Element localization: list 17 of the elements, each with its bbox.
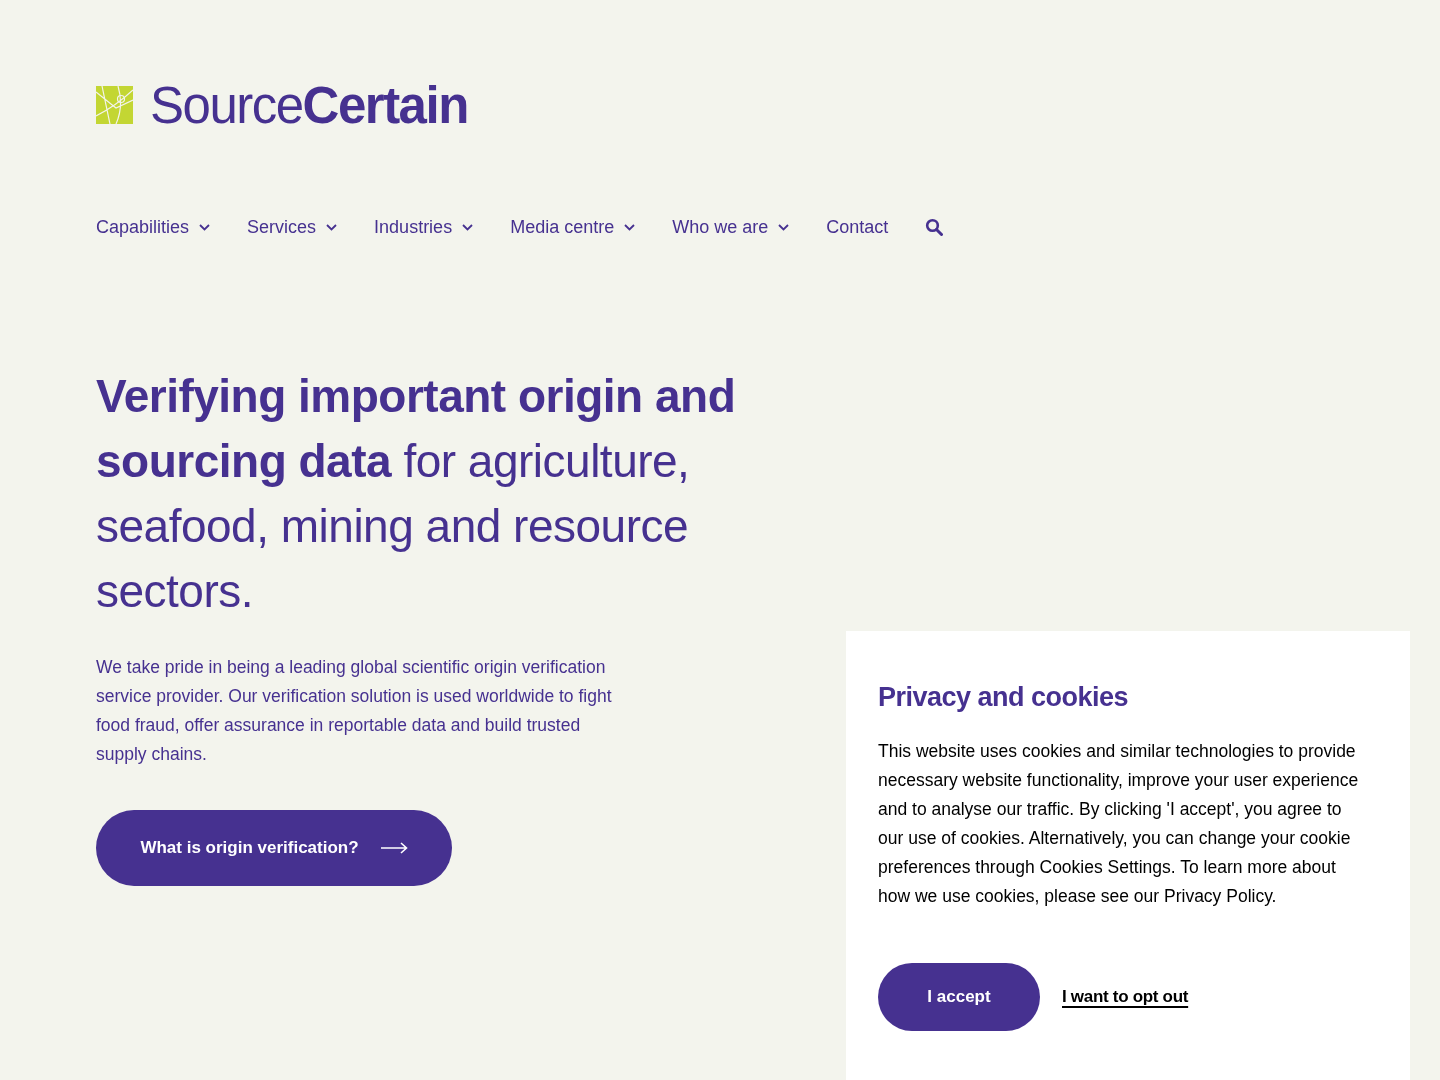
nav-link[interactable]: Industries (374, 213, 474, 241)
cookie-title: Privacy and cookies (878, 681, 1130, 714)
opt-out-link[interactable]: I want to opt out (1062, 984, 1189, 1010)
nav-link[interactable]: Capabilities (96, 213, 211, 241)
nav-link[interactable]: Contact (826, 213, 889, 241)
accept-button[interactable]: I accept (878, 963, 1040, 1031)
logo-mark-icon (96, 86, 133, 124)
nav-link[interactable]: Who we are (672, 213, 790, 241)
nav-link[interactable]: Media centre (510, 213, 636, 241)
hero-intro: We take pride in being a leading global scientific origin verification service provider. Our verification solution is used worldwide to fight food fraud, offer assurance in reportable data and build trusted supply chains. (96, 656, 613, 766)
search-icon[interactable] (925, 218, 944, 236)
arrow-right-icon (380, 842, 408, 854)
nav-link[interactable]: Services (247, 213, 338, 241)
logo-wordmark[interactable]: SourceCertain (150, 79, 468, 131)
origin-verification-button[interactable]: What is origin verification? (96, 810, 452, 886)
hero-headline: Verifying important origin and sourcing data for agriculture, seafood, mining and resource sectors. (96, 369, 737, 619)
cookie-text: This website uses cookies and similar technologies to provide necessary website functionality, improve your user experience and to analyse our traffic. By clicking 'I accept', you agree to our use of cookies. Alternatively, you can change your cookie preferences through Cookies Settings. To learn more about how we use cookies, please see our Privacy Policy. (878, 740, 1360, 908)
